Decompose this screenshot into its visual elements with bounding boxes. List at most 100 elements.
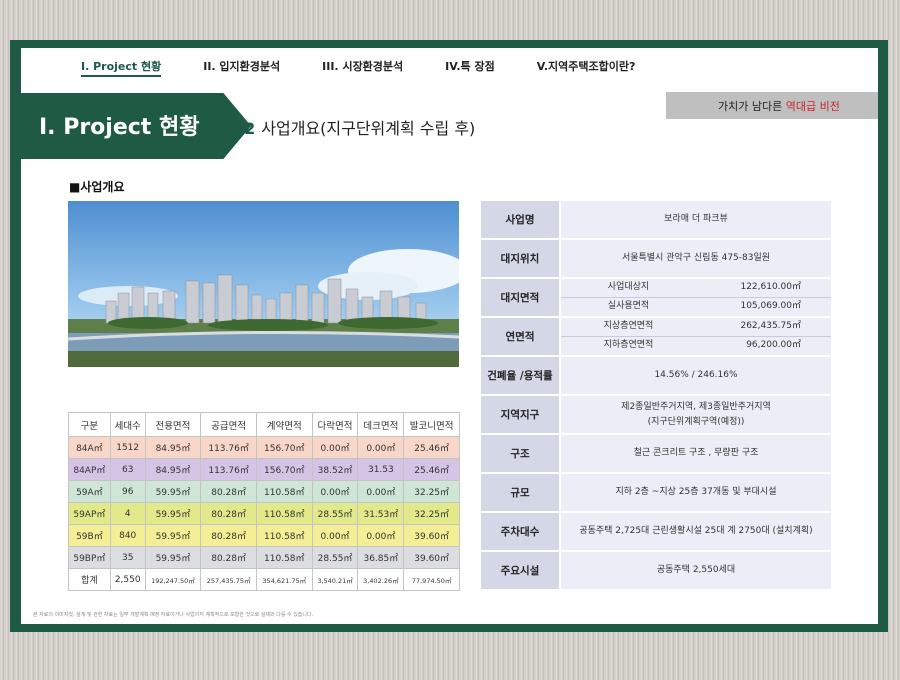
info-value: 지하 2층 ~지상 25층 37개동 및 부대시설	[561, 474, 831, 511]
table-cell: 80.28㎡	[200, 524, 257, 547]
info-label: 지역지구	[481, 396, 559, 433]
table-cell: 39.60㎡	[403, 524, 460, 547]
table-cell: 84.95㎡	[144, 458, 202, 481]
table-cell: 156.70㎡	[255, 458, 313, 481]
table-cell: 59AP㎡	[68, 502, 111, 525]
info-sub-key: 사업대상지	[607, 282, 650, 293]
table-row: 59AP㎡ 4 59.95㎡ 80.28㎡ 110.58㎡ 28.55㎡ 31.53㎡ 32.…	[68, 502, 460, 525]
nav-item-features[interactable]: IV.특 장점	[445, 58, 495, 77]
info-value: 서울특별시 관악구 신림동 475-83일원	[561, 240, 831, 277]
table-cell: 840	[109, 524, 146, 547]
info-subrow: 지상층연면적 262,435.75㎡	[561, 318, 831, 337]
table-cell: 59.95㎡	[144, 546, 202, 569]
table-cell: 63	[109, 458, 146, 481]
info-value: 제2종일반주거지역, 제3종일반주거지역 (지구단위계획구역(예정))	[561, 396, 831, 433]
table-cell: 2,550	[109, 568, 146, 591]
page-title: I. Project 현황	[39, 115, 200, 140]
table-cell: 0.00㎡	[311, 436, 359, 459]
zone-line: (지구단위계획구역(예정))	[647, 416, 745, 427]
info-value: 철근 콘크리트 구조 , 무량판 구조	[561, 435, 831, 472]
table-header: 세대수	[109, 412, 146, 437]
disclaimer-footnote: 본 자료의 이미지컷, 설계 및 관련 자료는 일부 개발계획 예정 자료이거나…	[33, 612, 314, 618]
table-cell: 32.25㎡	[403, 480, 460, 503]
table-total-row: 합계 2,550 192,247.50㎡ 257,435.75㎡ 354,621…	[68, 568, 460, 591]
info-label: 연면적	[481, 318, 559, 355]
vision-highlight: 역대급 비전	[785, 100, 840, 113]
table-cell: 39.60㎡	[403, 546, 460, 569]
info-row-location: 대지위치 서울특별시 관악구 신림동 475-83일원	[481, 240, 831, 277]
table-cell: 80.28㎡	[200, 546, 257, 569]
nav-item-location[interactable]: II. 입지환경분석	[203, 58, 280, 77]
info-label: 사업명	[481, 201, 559, 238]
info-subrow: 지하층연면적 96,200.00㎡	[561, 337, 831, 356]
table-cell: 0.00㎡	[311, 480, 359, 503]
complex-rendering-image	[68, 201, 459, 367]
info-value: 사업대상지 122,610.00㎡ 실사용면적 105,069.00㎡	[561, 279, 831, 316]
table-cell: 84AP㎡	[68, 458, 111, 481]
table-cell: 합계	[68, 568, 111, 591]
table-cell: 0.00㎡	[311, 524, 359, 547]
page: I. Project 현황 II. 입지환경분석 III. 시장환경분석 IV.…	[21, 48, 878, 624]
table-header: 계약면적	[255, 412, 313, 437]
info-value: 14.56% / 246.16%	[561, 357, 831, 394]
table-cell: 113.76㎡	[200, 436, 257, 459]
table-cell: 36.85㎡	[357, 546, 405, 569]
info-sub-value: 262,435.75㎡	[740, 321, 801, 332]
info-sub-key: 지상층연면적	[603, 321, 654, 332]
table-cell: 0.00㎡	[357, 436, 405, 459]
table-cell: 35	[109, 546, 146, 569]
table-cell: 28.55㎡	[311, 502, 359, 525]
vision-prefix: 가치가 남다른	[718, 100, 786, 113]
table-cell: 31.53㎡	[357, 502, 405, 525]
info-value: 공동주택 2,550세대	[561, 552, 831, 589]
table-cell: 59.95㎡	[144, 524, 202, 547]
table-header-row: 구분 세대수 전용면적 공급면적 계약면적 다락면적 데크면적 발코니면적	[68, 412, 460, 437]
table-cell: 32.25㎡	[403, 502, 460, 525]
table-row: 84AP㎡ 63 84.95㎡ 113.76㎡ 156.70㎡ 38.52㎡ 31.53 25…	[68, 458, 460, 481]
section-heading: 02 사업개요(지구단위계획 수립 후)	[233, 115, 475, 139]
table-cell: 77,974.50㎡	[403, 568, 460, 591]
unit-type-table: 구분 세대수 전용면적 공급면적 계약면적 다락면적 데크면적 발코니면적 84…	[68, 412, 460, 591]
table-cell: 3,540.21㎡	[311, 568, 359, 591]
info-row-parking: 주차대수 공동주택 2,725대 근린생활시설 25대 계 2750대 (설치계…	[481, 513, 831, 550]
table-row: 84A㎡ 1512 84.95㎡ 113.76㎡ 156.70㎡ 0.00㎡ 0.00㎡ 25…	[68, 436, 460, 459]
section-title: 사업개요(지구단위계획 수립 후)	[261, 119, 476, 138]
info-row-ratio: 건폐율 /용적률 14.56% / 246.16%	[481, 357, 831, 394]
section-label: ■사업개요	[69, 180, 125, 194]
table-cell: 80.28㎡	[200, 502, 257, 525]
info-row-zone: 지역지구 제2종일반주거지역, 제3종일반주거지역 (지구단위계획구역(예정))	[481, 396, 831, 433]
table-row: 59A㎡ 96 59.95㎡ 80.28㎡ 110.58㎡ 0.00㎡ 0.00㎡ 32.25…	[68, 480, 460, 503]
table-cell: 59.95㎡	[144, 502, 202, 525]
table-cell: 113.76㎡	[200, 458, 257, 481]
table-cell: 84.95㎡	[144, 436, 202, 459]
table-cell: 192,247.50㎡	[144, 568, 202, 591]
info-sub-key: 실사용면적	[607, 301, 650, 312]
project-info-panel: 사업명 보라매 더 파크뷰 대지위치 서울특별시 관악구 신림동 475-83일…	[481, 201, 831, 591]
info-row-structure: 구조 철근 콘크리트 구조 , 무량판 구조	[481, 435, 831, 472]
info-sub-value: 96,200.00㎡	[746, 340, 801, 351]
table-header: 다락면적	[311, 412, 359, 437]
table-cell: 59.95㎡	[144, 480, 202, 503]
nav-item-union[interactable]: V.지역주택조합이란?	[537, 58, 636, 77]
table-cell: 80.28㎡	[200, 480, 257, 503]
table-row: 59B㎡ 840 59.95㎡ 80.28㎡ 110.58㎡ 0.00㎡ 0.00㎡ 39.6…	[68, 524, 460, 547]
table-cell: 4	[109, 502, 146, 525]
table-cell: 0.00㎡	[357, 524, 405, 547]
nav-item-market[interactable]: III. 시장환경분석	[322, 58, 403, 77]
table-cell: 59A㎡	[68, 480, 111, 503]
info-label: 건폐율 /용적률	[481, 357, 559, 394]
info-label: 주차대수	[481, 513, 559, 550]
table-cell: 110.58㎡	[255, 480, 313, 503]
table-cell: 84A㎡	[68, 436, 111, 459]
table-cell: 28.55㎡	[311, 546, 359, 569]
table-cell: 110.58㎡	[255, 546, 313, 569]
zone-line: 제2종일반주거지역, 제3종일반주거지역	[621, 401, 771, 412]
title-ribbon: I. Project 현황	[21, 93, 251, 159]
info-value: 보라매 더 파크뷰	[561, 201, 831, 238]
table-cell: 1512	[109, 436, 146, 459]
info-subrow: 실사용면적 105,069.00㎡	[561, 298, 831, 317]
info-label: 주요시설	[481, 552, 559, 589]
table-cell: 25.46㎡	[403, 458, 460, 481]
info-label: 대지위치	[481, 240, 559, 277]
nav-item-project[interactable]: I. Project 현황	[81, 58, 162, 77]
